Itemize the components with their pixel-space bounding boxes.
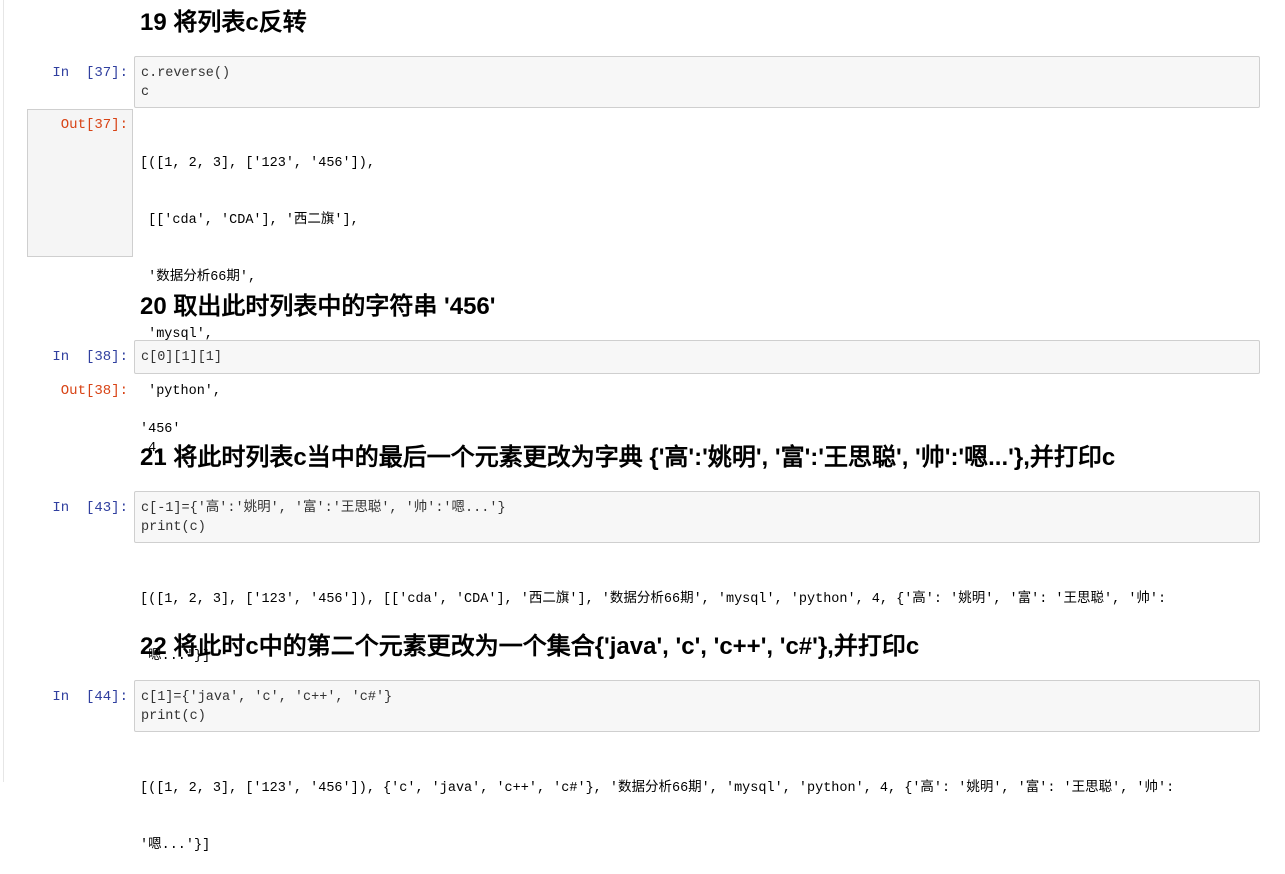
code-cell-37[interactable]: c.reverse() c <box>134 56 1260 108</box>
code-line: print(c) <box>141 520 206 535</box>
in-prompt-44: In [44]: <box>52 689 128 705</box>
in-prompt-43: In [43]: <box>52 500 128 516</box>
code-line: c[0][1][1] <box>141 350 223 365</box>
in-prompt-37: In [37]: <box>52 65 128 81</box>
heading-19: 19 将列表c反转 <box>140 9 307 36</box>
code-line: c.reverse() <box>141 66 231 81</box>
code-cell-43[interactable]: c[-1]={'高':'姚明', '富':'王思聪', '帅':'嗯...'} … <box>134 491 1260 543</box>
code-line: c <box>141 85 150 100</box>
code-line: print(c) <box>141 709 206 724</box>
code-line: c[-1]={'高':'姚明', '富':'王思聪', '帅':'嗯...'} <box>141 501 506 516</box>
output-line: [['cda', 'CDA'], '西二旗'], <box>140 213 359 228</box>
in-prompt-38: In [38]: <box>52 349 128 365</box>
heading-20: 20 取出此时列表中的字符串 '456' <box>140 293 496 320</box>
code-cell-44[interactable]: c[1]={'java', 'c', 'c++', 'c#'} print(c) <box>134 680 1260 732</box>
output-line: '嗯...'}] <box>140 838 211 853</box>
output-line: '数据分析66期', <box>140 270 257 285</box>
code-line: c[1]={'java', 'c', 'c++', 'c#'} <box>141 690 393 705</box>
out-prompt-37: Out[37]: <box>60 117 128 133</box>
output-line: [([1, 2, 3], ['123', '456']), [['cda', '… <box>140 592 1167 607</box>
output-line: '456' <box>140 422 181 437</box>
out-prompt-38: Out[38]: <box>60 383 128 399</box>
output-44: [([1, 2, 3], ['123', '456']), {'c', 'jav… <box>140 741 1174 874</box>
code-cell-38[interactable]: c[0][1][1] <box>134 340 1260 374</box>
heading-21: 21 将此时列表c当中的最后一个元素更改为字典 {'高':'姚明', '富':'… <box>140 444 1116 471</box>
output-43: [([1, 2, 3], ['123', '456']), [['cda', '… <box>140 552 1166 685</box>
output-line: [([1, 2, 3], ['123', '456']), <box>140 156 375 171</box>
heading-22: 22 将此时c中的第二个元素更改为一个集合{'java', 'c', 'c++'… <box>140 633 920 660</box>
